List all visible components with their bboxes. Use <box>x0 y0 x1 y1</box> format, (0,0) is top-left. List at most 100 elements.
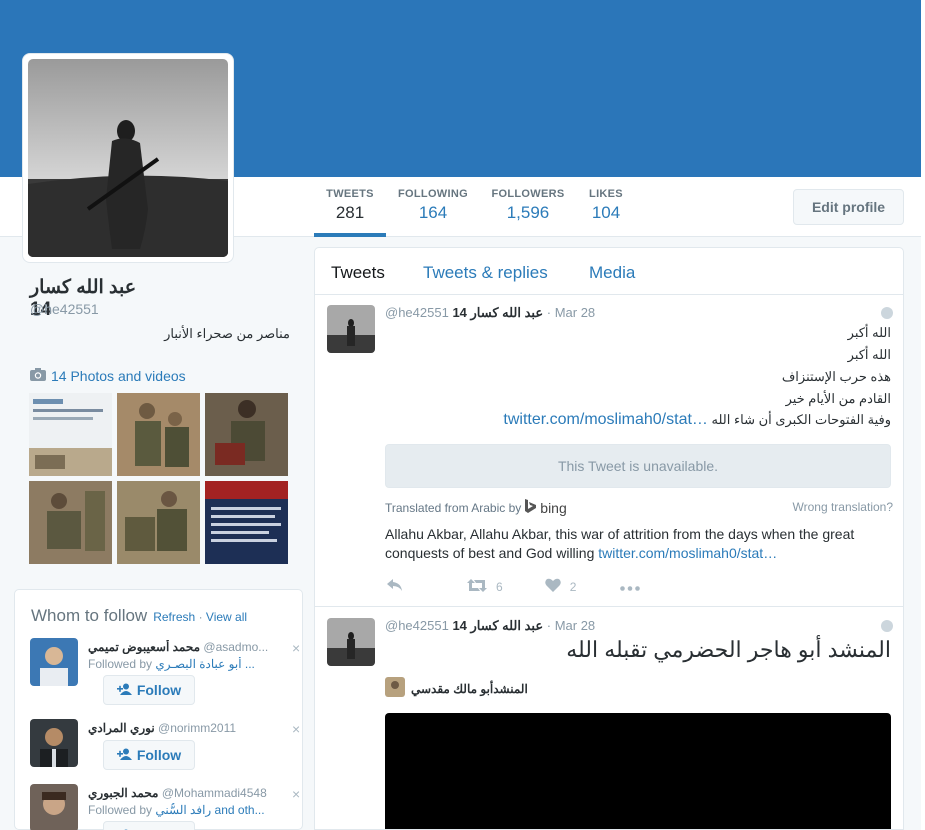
avatar[interactable] <box>30 638 78 686</box>
refresh-link[interactable]: Refresh <box>153 610 195 624</box>
profile-avatar-image <box>28 59 228 257</box>
suggested-user-name: محمد أسعيبوض تميمي <box>88 640 201 654</box>
tweet-text-line: هذه حرب الإستنزاف <box>781 369 891 384</box>
tweet-date[interactable]: · Mar 28 <box>547 618 595 633</box>
profile-handle[interactable]: @he42551 <box>30 301 99 317</box>
heart-icon[interactable] <box>544 578 561 595</box>
view-all-link[interactable]: View all <box>206 610 247 624</box>
tweet-date[interactable]: · Mar 28 <box>547 305 595 320</box>
followed-by-others[interactable]: and oth... <box>211 803 265 817</box>
close-icon[interactable]: × <box>292 786 300 802</box>
tab-tweets[interactable]: Tweets <box>331 263 385 283</box>
photos-videos-link[interactable]: 14 Photos and videos <box>30 368 186 384</box>
retweet-count: 6 <box>496 579 503 594</box>
unavailable-tweet-card: This Tweet is unavailable. <box>385 444 891 488</box>
profile-avatar[interactable] <box>22 53 234 263</box>
tweet-handle[interactable]: @he42551 <box>385 305 449 320</box>
followed-by-label: Followed by <box>88 657 153 671</box>
suggested-user-name: نوري المرادي <box>88 721 155 735</box>
suggested-user-name: محمد الجبوري <box>88 786 159 800</box>
tweet[interactable]: @he42551 عبد الله كسار 14 · Mar 28 الله … <box>315 295 903 607</box>
tweet[interactable]: @he42551 عبد الله كسار 14 · Mar 28 المنش… <box>315 607 903 829</box>
tweet-author-name[interactable]: عبد الله كسار 14 <box>452 618 543 633</box>
suggested-user-handle: @asadmo... <box>203 640 269 654</box>
photo-thumbnail[interactable] <box>205 393 288 476</box>
translated-text: Allahu Akbar, Allahu Akbar, this war of … <box>385 525 885 563</box>
avatar[interactable] <box>327 618 375 666</box>
add-user-icon <box>116 682 132 698</box>
media-attribution[interactable]: المنشدأبو مالك مقدسي <box>385 677 528 700</box>
stat-tweets-label: TWEETS <box>326 188 374 200</box>
stat-followers[interactable]: FOLLOWERS 1,596 <box>490 188 566 223</box>
tab-media[interactable]: Media <box>589 263 635 283</box>
stat-likes-value: 104 <box>591 203 621 222</box>
photo-thumbnail[interactable] <box>117 481 200 564</box>
stat-likes[interactable]: LIKES 104 <box>585 188 627 223</box>
close-icon[interactable]: × <box>292 640 300 656</box>
tweet-text-line: الله أكبر <box>847 347 891 362</box>
media-user-name: المنشدأبو مالك مقدسي <box>411 681 528 696</box>
bing-icon <box>525 499 537 516</box>
who-to-follow-module: Whom to follow Refresh · View all محمد أ… <box>14 589 303 830</box>
photo-thumbnail[interactable] <box>205 481 288 564</box>
tweet-header: @he42551 عبد الله كسار 14 · Mar 28 <box>385 618 595 634</box>
stat-tweets-value: 281 <box>335 203 365 222</box>
avatar[interactable] <box>327 305 375 353</box>
timeline-tabs: Tweets Tweets & replies Media <box>315 248 903 295</box>
who-to-follow-title: Whom to follow <box>31 606 148 625</box>
more-icon[interactable] <box>620 580 641 594</box>
reply-icon[interactable] <box>387 578 403 595</box>
close-icon[interactable]: × <box>292 721 300 737</box>
globe-icon <box>881 620 893 632</box>
follow-button[interactable]: Follow <box>103 740 195 770</box>
tweet-handle[interactable]: @he42551 <box>385 618 449 633</box>
tweet-text: المنشد أبو هاجر الحضرمي تقبله الله <box>566 637 891 662</box>
edit-profile-button[interactable]: Edit profile <box>793 189 904 225</box>
follow-button[interactable]: Follow <box>103 675 195 705</box>
stat-following-value: 164 <box>418 203 448 222</box>
stat-followers-value: 1,596 <box>506 203 550 222</box>
suggested-user-name-line[interactable]: نوري المرادي @norimm2011 <box>88 721 280 735</box>
tab-tweets-replies[interactable]: Tweets & replies <box>423 263 548 283</box>
stat-following[interactable]: FOLLOWING 164 <box>395 188 471 223</box>
window-edge <box>921 0 925 830</box>
photo-thumbnail[interactable] <box>29 481 112 564</box>
retweet-icon[interactable] <box>467 578 487 595</box>
timeline: Tweets Tweets & replies Media @he42551 ع… <box>314 247 904 830</box>
video-player[interactable] <box>385 713 891 829</box>
stat-tweets[interactable]: TWEETS 281 <box>314 188 386 223</box>
suggested-user: محمد الجبوري @Mohammadi4548 Followed by … <box>30 784 300 830</box>
tweet-text-line: القادم من الأيام خير <box>785 391 891 406</box>
stat-following-label: FOLLOWING <box>398 188 468 200</box>
suggested-user-name-line[interactable]: محمد أسعيبوض تميمي @asadmo... <box>88 640 280 654</box>
translated-from-label: Translated from Arabic by <box>385 500 522 515</box>
tweet-link[interactable]: twitter.com/moslimah0/stat… <box>503 411 708 428</box>
followed-by-user[interactable]: رافد السُّني <box>155 803 211 817</box>
avatar[interactable] <box>30 719 78 767</box>
follow-label: Follow <box>136 747 182 763</box>
active-stat-indicator <box>314 233 386 237</box>
photo-thumbnail[interactable] <box>29 393 112 476</box>
follow-button[interactable]: Follow <box>103 821 195 830</box>
like-count: 2 <box>569 579 577 594</box>
followed-by-line: Followed by أبو عبادة البصـري ... <box>88 657 280 671</box>
photo-thumbnail[interactable] <box>117 393 200 476</box>
stat-likes-label: LIKES <box>589 188 623 200</box>
translated-link[interactable]: twitter.com/moslimah0/stat… <box>598 545 777 561</box>
follow-label: Follow <box>136 682 182 698</box>
profile-bio: مناصر من صحراء الأنبار <box>164 326 290 341</box>
tweet-author-name[interactable]: عبد الله كسار 14 <box>452 305 543 320</box>
suggested-user-name-line[interactable]: محمد الجبوري @Mohammadi4548 <box>88 786 280 800</box>
tweet-header: @he42551 عبد الله كسار 14 · Mar 28 <box>385 305 595 321</box>
followed-by-label: Followed by <box>88 803 153 817</box>
avatar[interactable] <box>30 784 78 830</box>
tweet-text-line: وفية الفتوحات الكبرى أن شاء الله twitter… <box>503 411 891 429</box>
followed-by-user[interactable]: أبو عبادة البصـري ... <box>155 657 255 671</box>
suggested-user-handle: @Mohammadi4548 <box>161 786 267 800</box>
photos-videos-label: 14 Photos and videos <box>51 368 186 384</box>
camera-icon <box>30 368 46 384</box>
tweet-text-line: الله أكبر <box>847 325 891 340</box>
followed-by-line: Followed by رافد السُّني and oth... <box>88 803 280 817</box>
wrong-translation-link[interactable]: Wrong translation? <box>793 500 894 514</box>
stat-followers-label: FOLLOWERS <box>491 188 565 200</box>
